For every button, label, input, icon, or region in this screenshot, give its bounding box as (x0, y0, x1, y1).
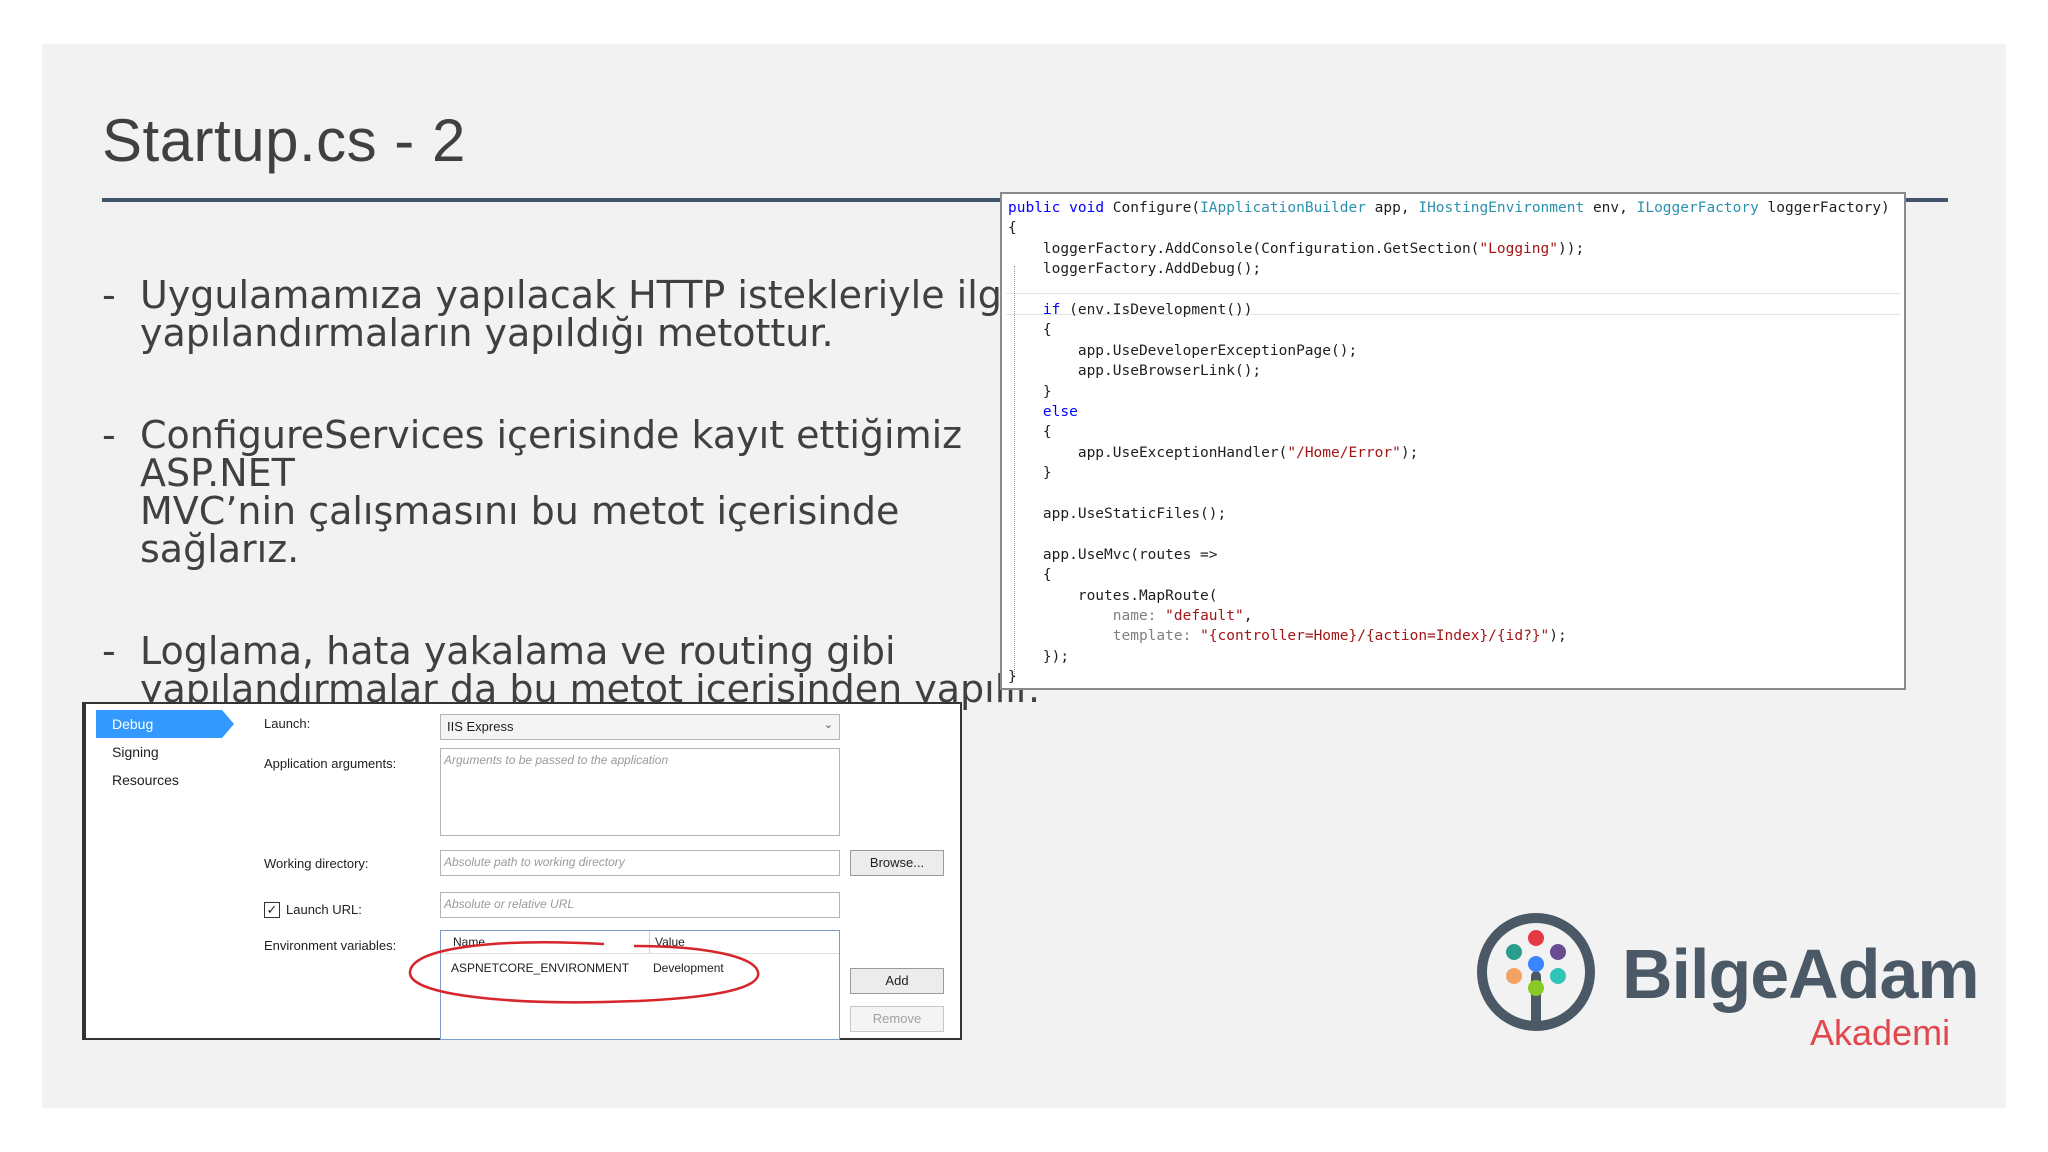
launch-label: Launch: (264, 716, 311, 731)
bullet-list: - Uygulamamıza yapılacak HTTP istekleriy… (102, 276, 1062, 772)
bullet-line: MVC’nin çalışmasını bu metot içerisinde … (140, 489, 900, 571)
bullet-item: - Uygulamamıza yapılacak HTTP istekleriy… (102, 276, 1062, 352)
launch-url-checkbox[interactable]: ✓ (264, 902, 280, 918)
debug-properties-panel: Debug Signing Resources Launch: IIS Expr… (82, 702, 962, 1040)
code-line: } (1008, 465, 1052, 482)
bullet-dash: - (102, 413, 116, 457)
launch-url-label: Launch URL: (286, 902, 362, 917)
bullet-dash: - (102, 629, 116, 673)
bullet-item: - ConfigureServices içerisinde kayıt ett… (102, 416, 1062, 568)
code-snippet: public void Configure(IApplicationBuilde… (1000, 192, 1906, 690)
code-line: else (1042, 404, 1078, 420)
code-line: loggerFactory.AddDebug(); (1008, 261, 1262, 278)
app-args-label: Application arguments: (264, 756, 397, 771)
brand-name: BilgeAdam (1622, 935, 1980, 1013)
code-line: { (1008, 322, 1052, 339)
env-vars-label: Environment variables: (264, 938, 397, 953)
code-line: app.UseStaticFiles(); (1008, 506, 1227, 522)
code-line: app.UseBrowserLink(); (1008, 363, 1262, 380)
bullet-line: ConfigureServices içerisinde kayıt ettiğ… (140, 413, 963, 495)
nav-item-resources[interactable]: Resources (96, 766, 226, 794)
bilgeadam-logo-icon (1477, 913, 1595, 1031)
add-button[interactable]: Add (850, 968, 944, 994)
code-line: name: "default", (1112, 608, 1253, 624)
launch-url-placeholder: Absolute or relative URL (444, 897, 575, 911)
remove-button[interactable]: Remove (850, 1006, 944, 1032)
code-line: { (1008, 220, 1017, 237)
app-args-placeholder: Arguments to be passed to the applicatio… (444, 753, 669, 767)
bullet-line: yapılandırmaların yapıldığı metottur. (140, 311, 834, 355)
chevron-down-icon: ⌄ (823, 719, 833, 731)
bullet-line: Loglama, hata yakalama ve routing gibi (140, 629, 896, 673)
code-line: loggerFactory.AddConsole(Configuration.G… (1008, 240, 1585, 257)
working-dir-placeholder: Absolute path to working directory (444, 855, 625, 869)
code-line: { (1008, 424, 1052, 441)
nav-item-signing[interactable]: Signing (96, 738, 226, 766)
code-line: if (env.IsDevelopment()) (1042, 302, 1253, 318)
code-line: routes.MapRoute( (1008, 587, 1218, 604)
working-dir-label: Working directory: (264, 856, 369, 871)
code-line: { (1008, 567, 1052, 584)
launch-dropdown[interactable]: IIS Express ⌄ (440, 714, 840, 740)
nav-item-debug[interactable]: Debug (96, 710, 234, 738)
launch-value: IIS Express (447, 719, 514, 734)
properties-nav: Debug Signing Resources (96, 710, 234, 794)
red-highlight-oval (408, 941, 760, 1004)
code-line: }); (1008, 648, 1070, 665)
code-line: } (1008, 383, 1052, 400)
code-line: app.UseExceptionHandler("/Home/Error"); (1008, 444, 1419, 461)
launch-url-input[interactable]: Absolute or relative URL (440, 892, 840, 918)
code-line: app.UseDeveloperExceptionPage(); (1008, 342, 1358, 359)
bullet-dash: - (102, 273, 116, 317)
brand-subtitle: Akademi (1810, 1012, 1951, 1053)
code-line: } (1008, 669, 1017, 686)
browse-button[interactable]: Browse... (850, 850, 944, 876)
app-args-input[interactable]: Arguments to be passed to the applicatio… (440, 748, 840, 836)
bullet-item: - Loglama, hata yakalama ve routing gibi… (102, 632, 1062, 708)
code-line: public void Configure(IApplicationBuilde… (1008, 200, 1890, 216)
slide-title: Startup.cs - 2 (102, 107, 466, 174)
code-line: app.UseMvc(routes => (1008, 546, 1218, 563)
working-dir-input[interactable]: Absolute path to working directory (440, 850, 840, 876)
code-line: template: "{controller=Home}/{action=Ind… (1112, 628, 1567, 645)
bullet-line: Uygulamamıza yapılacak HTTP istekleriyle… (140, 273, 1034, 317)
